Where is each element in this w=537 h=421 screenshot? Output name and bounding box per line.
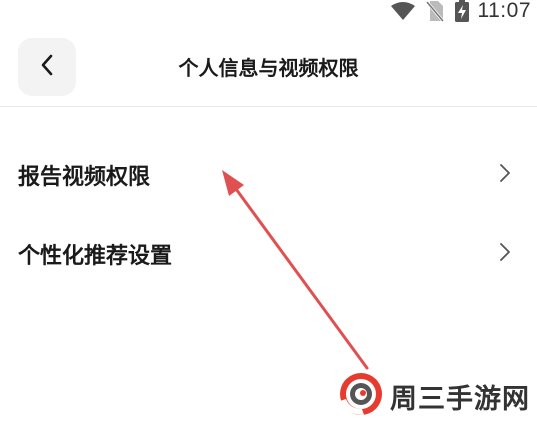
header: 个人信息与视频权限	[0, 38, 537, 98]
page-title: 个人信息与视频权限	[178, 56, 359, 80]
list-item-personalized-recommendation[interactable]: 个性化推荐设置	[0, 224, 537, 280]
status-bar: 11:07	[390, 0, 537, 22]
status-time: 11:07	[477, 0, 531, 22]
chevron-right-icon	[499, 242, 511, 266]
watermark-text: 周三手游网	[390, 383, 530, 415]
wifi-icon	[390, 1, 416, 21]
list-item-label: 个性化推荐设置	[18, 244, 173, 269]
list-item-report-video-permission[interactable]: 报告视频权限	[0, 145, 537, 201]
list-item-label: 报告视频权限	[18, 165, 151, 190]
chevron-right-icon	[499, 163, 511, 187]
header-divider	[0, 106, 537, 107]
no-sim-icon	[425, 0, 444, 22]
watermark: 周三手游网	[338, 373, 530, 419]
watermark-logo-icon	[338, 371, 384, 421]
battery-charging-icon	[454, 0, 470, 22]
